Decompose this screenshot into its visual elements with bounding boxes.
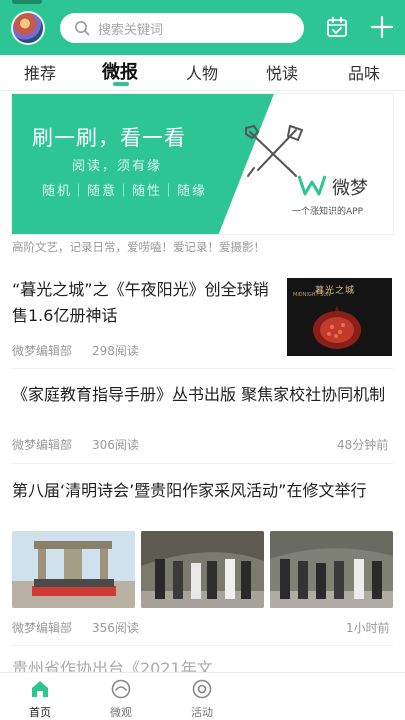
article-reads: 356阅读	[92, 621, 139, 635]
article-reads: 298阅读	[92, 344, 139, 358]
divider	[12, 368, 393, 369]
eye-icon	[111, 679, 131, 699]
nav-label: 微观	[110, 706, 132, 719]
pomegranate-image	[313, 305, 361, 349]
book-cover-subtitle: MIDNIGHT SUN	[293, 292, 331, 298]
tab-reading[interactable]: 悦读	[266, 60, 298, 84]
activity-icon	[192, 679, 212, 699]
article-author: 微梦编辑部	[12, 344, 73, 358]
tagline: 高阶文艺，记录日常，爱唠嗑！爱记录！爱摄影！	[12, 240, 265, 254]
article-reads: 306阅读	[92, 438, 139, 452]
nav-activity[interactable]: 活动	[172, 673, 232, 720]
article-time: 1小时前	[346, 621, 390, 635]
article-title[interactable]: 第八届‘清明诗会’暨贵阳作家采风活动”在修文举行	[12, 478, 396, 504]
nav-weiguan[interactable]: 微观	[91, 673, 151, 720]
tab-recommend[interactable]: 推荐	[24, 60, 56, 84]
divider	[12, 463, 393, 464]
article-photo-1[interactable]	[12, 531, 135, 608]
search-icon	[75, 21, 90, 36]
home-icon	[32, 681, 48, 697]
avatar[interactable]	[11, 11, 45, 45]
banner-line-1: 阅读，须有缘	[72, 159, 163, 174]
article-photo-2[interactable]	[141, 531, 264, 608]
article-time: 48分钟前	[337, 438, 389, 452]
active-tab-indicator	[113, 82, 129, 86]
tab-people[interactable]: 人物	[186, 60, 218, 84]
article-author: 微梦编辑部	[12, 438, 73, 452]
bottom-navigation: 首页 微观 活动	[0, 672, 405, 720]
article-thumbnail[interactable]: 暮光之城 MIDNIGHT SUN	[287, 278, 392, 356]
top-bar: 搜索关键词	[0, 0, 405, 55]
nav-label: 首页	[29, 706, 51, 719]
status-indicator	[12, 0, 42, 4]
category-tabs: 推荐 微报 人物 悦读 品味	[0, 55, 405, 91]
tab-weibao[interactable]: 微报	[102, 58, 138, 84]
nav-home[interactable]: 首页	[10, 673, 70, 720]
tab-taste[interactable]: 品味	[348, 60, 380, 84]
article-photo-3[interactable]	[270, 531, 393, 608]
banner[interactable]: 刷一刷，看一看 阅读，须有缘 随机｜随意｜随性｜随缘 微梦 一个涨知识的APP	[11, 93, 394, 235]
calendar-icon[interactable]	[326, 16, 348, 38]
nav-label: 活动	[191, 706, 213, 719]
article-title[interactable]: “暮光之城”之《午夜阳光》创全球销售1.6亿册神话	[12, 277, 277, 329]
article-title[interactable]: 《家庭教育指导手册》丛书出版 聚焦家校社协同机制	[12, 382, 396, 408]
logo-text: 微梦	[332, 178, 368, 199]
logo-slogan: 一个涨知识的APP	[292, 207, 364, 217]
divider	[12, 645, 393, 646]
search-placeholder: 搜索关键词	[98, 22, 164, 38]
plus-icon[interactable]	[370, 15, 394, 39]
article-author: 微梦编辑部	[12, 621, 73, 635]
search-input[interactable]: 搜索关键词	[60, 13, 304, 43]
banner-title: 刷一刷，看一看	[32, 126, 186, 150]
weimeng-logo-icon	[297, 175, 327, 196]
banner-line-2: 随机｜随意｜随性｜随缘	[42, 184, 208, 199]
